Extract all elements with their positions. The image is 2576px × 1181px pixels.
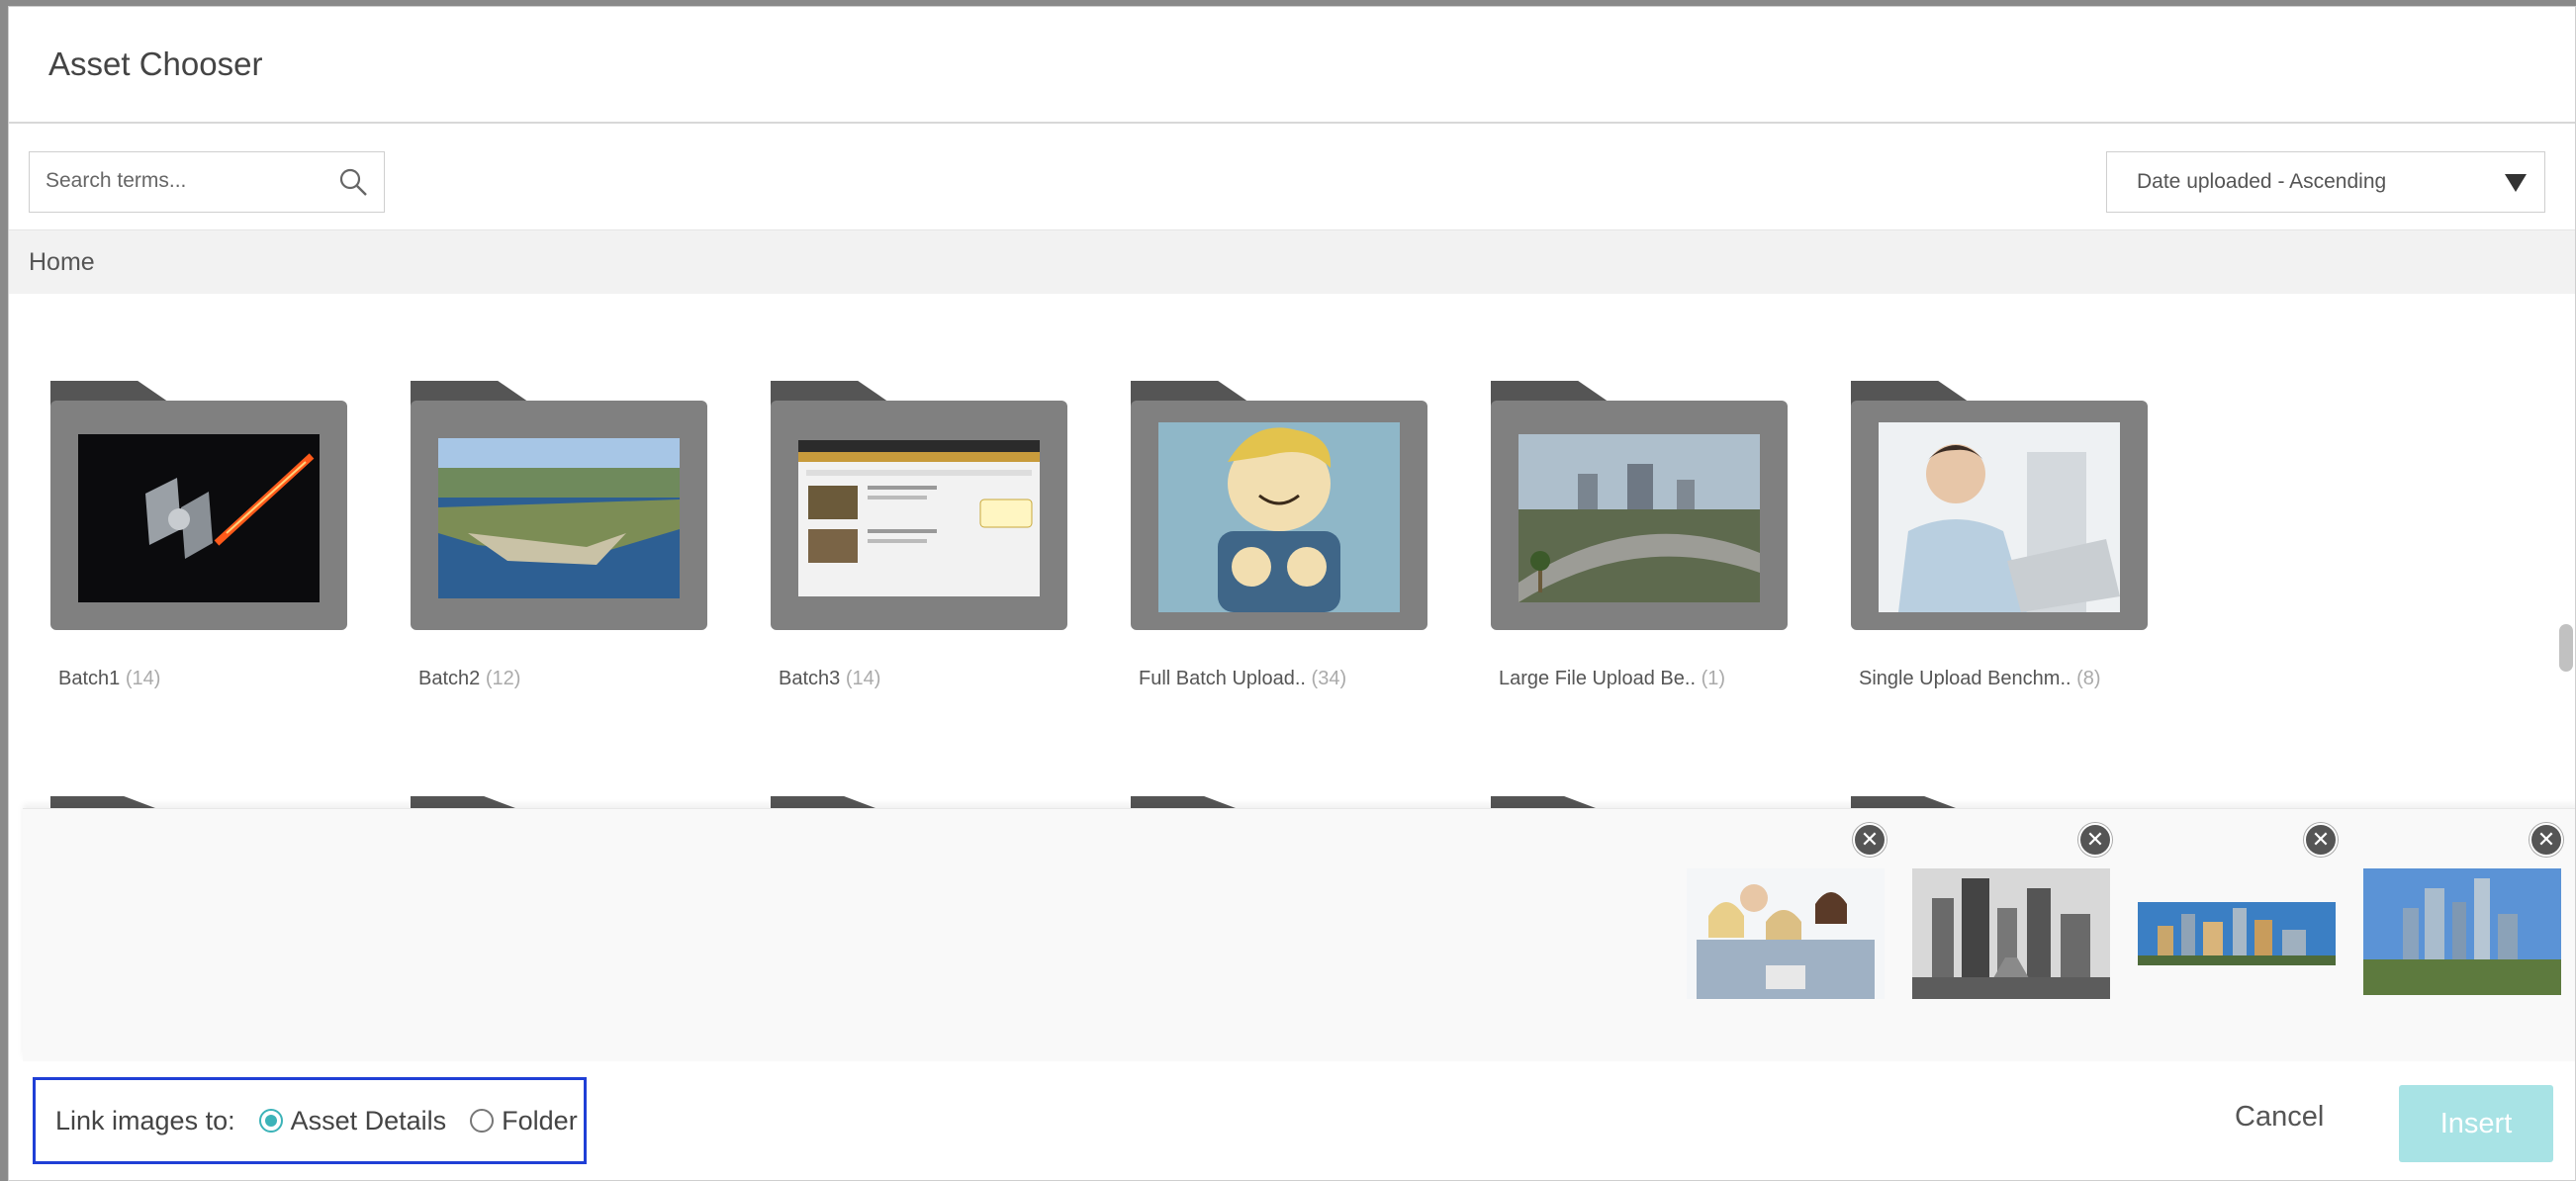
asset-chooser-dialog: Asset Chooser Date uploaded - Ascending … — [8, 6, 2576, 1181]
link-images-to-group: Link images to: Asset Details Folder — [33, 1077, 587, 1164]
folder-thumbnail — [1158, 422, 1400, 612]
breadcrumb: Home — [9, 230, 2575, 294]
folder-grid: Batch1 (14) Batch2 (12) Batch3 (14) Full… — [9, 294, 2541, 808]
search-box — [29, 151, 385, 213]
folder-body — [771, 401, 1067, 630]
scrollbar-thumb[interactable] — [2559, 624, 2573, 672]
folder-body — [1131, 401, 1427, 630]
selected-image[interactable]: ✕ — [1687, 823, 1886, 999]
folder-body — [411, 401, 707, 630]
folder-thumbnail — [1518, 434, 1760, 602]
folder-label: Large File Upload Be.. (1) — [1499, 668, 1725, 690]
folder-body — [50, 401, 347, 630]
folder-thumbnail — [1879, 422, 2120, 612]
folder-label: Batch3 (14) — [779, 668, 880, 690]
folder-label: Single Upload Benchm.. (8) — [1859, 668, 2101, 690]
folder-name: Batch2 — [418, 668, 481, 689]
folder-count: (12) — [485, 668, 521, 689]
folder-count: (8) — [2076, 668, 2101, 689]
cancel-button[interactable]: Cancel — [2235, 1101, 2324, 1134]
folder-count: (14) — [125, 668, 161, 689]
folder-item-partial — [1851, 796, 2148, 808]
selected-image[interactable]: ✕ — [1912, 823, 2112, 999]
breadcrumb-home[interactable]: Home — [29, 248, 95, 277]
selected-image-thumb — [2363, 868, 2561, 995]
folder-item[interactable]: Full Batch Upload.. (34) — [1131, 381, 1427, 689]
selected-images-tray: ✕ ✕ ✕ ✕ — [23, 808, 2575, 1061]
sort-selected-value: Date uploaded - Ascending — [2137, 170, 2387, 193]
search-input[interactable] — [30, 152, 317, 210]
dialog-header: Asset Chooser — [9, 7, 2575, 124]
folder-count: (34) — [1311, 668, 1347, 689]
selected-image-thumb — [1687, 868, 1885, 999]
folder-count: (14) — [845, 668, 881, 689]
folder-name: Batch1 — [58, 668, 121, 689]
folder-body — [1491, 401, 1788, 630]
remove-icon[interactable]: ✕ — [2304, 823, 2338, 857]
remove-icon[interactable]: ✕ — [2530, 823, 2563, 857]
folder-name: Large File Upload Be.. — [1499, 668, 1697, 689]
sort-dropdown[interactable]: Date uploaded - Ascending — [2106, 151, 2545, 213]
toolbar: Date uploaded - Ascending — [9, 126, 2575, 230]
folder-item[interactable]: Batch1 (14) — [50, 381, 347, 689]
radio-folder[interactable] — [470, 1109, 495, 1133]
dialog-footer: Link images to: Asset Details Folder Can… — [9, 1061, 2575, 1180]
folder-thumbnail — [78, 434, 320, 602]
radio-asset-details-label[interactable]: Asset Details — [291, 1106, 447, 1136]
folder-item-partial — [1131, 796, 1427, 808]
remove-icon[interactable]: ✕ — [2078, 823, 2112, 857]
folder-item[interactable]: Batch2 (12) — [411, 381, 707, 689]
folder-item[interactable]: Single Upload Benchm.. (8) — [1851, 381, 2148, 689]
selected-image[interactable]: ✕ — [2138, 823, 2338, 999]
scrollbar[interactable] — [2555, 294, 2575, 808]
folder-thumbnail — [798, 440, 1040, 596]
folder-item-partial — [411, 796, 707, 808]
folder-name: Batch3 — [779, 668, 841, 689]
dialog-title: Asset Chooser — [48, 45, 263, 82]
folder-thumbnail — [438, 438, 680, 598]
folder-name: Full Batch Upload.. — [1139, 668, 1306, 689]
search-icon[interactable] — [338, 167, 368, 197]
folder-item-partial — [50, 796, 347, 808]
folder-name: Single Upload Benchm.. — [1859, 668, 2071, 689]
folder-label: Full Batch Upload.. (34) — [1139, 668, 1346, 690]
folder-item[interactable]: Large File Upload Be.. (1) — [1491, 381, 1788, 689]
selected-image[interactable]: ✕ — [2363, 823, 2563, 999]
remove-icon[interactable]: ✕ — [1853, 823, 1886, 857]
chevron-down-icon — [2505, 174, 2527, 192]
folder-item[interactable]: Batch3 (14) — [771, 381, 1067, 689]
insert-button[interactable]: Insert — [2399, 1085, 2553, 1162]
selected-image-thumb — [2138, 902, 2336, 965]
selected-image-thumb — [1912, 868, 2110, 999]
radio-folder-label[interactable]: Folder — [502, 1106, 578, 1136]
folder-count: (1) — [1701, 668, 1726, 689]
radio-asset-details[interactable] — [258, 1109, 283, 1133]
folder-body — [1851, 401, 2148, 630]
folder-label: Batch2 (12) — [418, 668, 520, 690]
link-images-label: Link images to: — [55, 1105, 235, 1136]
folder-item-partial — [771, 796, 1067, 808]
folder-item-partial — [1491, 796, 1788, 808]
folder-label: Batch1 (14) — [58, 668, 160, 690]
